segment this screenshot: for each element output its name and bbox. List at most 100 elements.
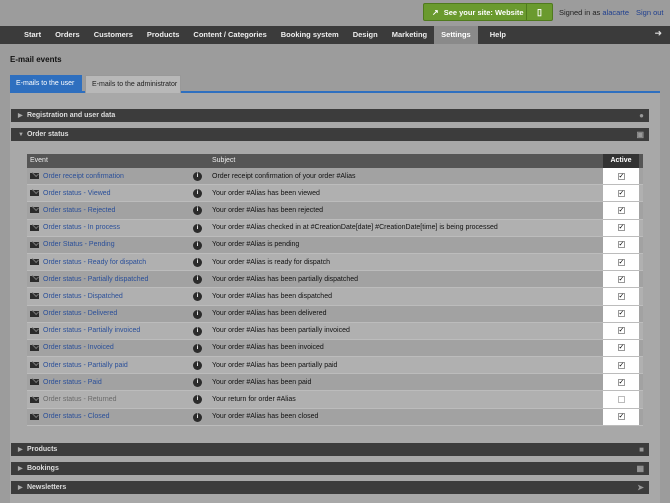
info-icon[interactable]: i bbox=[193, 361, 202, 371]
active-cell: ✓ bbox=[603, 253, 639, 271]
event-link[interactable]: Order status - Partially dispatched bbox=[43, 276, 148, 283]
envelope-icon bbox=[30, 293, 39, 300]
event-link[interactable]: Order status - Returned bbox=[43, 396, 117, 403]
section-order-status[interactable]: ▼ Order status ▣ bbox=[11, 128, 649, 141]
send-icon: ➤ bbox=[637, 483, 644, 492]
active-checkbox[interactable]: ✓ bbox=[617, 224, 625, 232]
logout-icon[interactable]: ➜ bbox=[654, 28, 662, 39]
external-link-icon: ↗ bbox=[432, 7, 439, 17]
table-row: Order status - Partially paid i Your order… bbox=[27, 357, 643, 375]
event-cell: Order status - Paid i bbox=[27, 374, 208, 390]
event-link[interactable]: Order status - Rejected bbox=[43, 207, 115, 214]
subject-cell: Your order #Alias has been invoiced bbox=[212, 344, 324, 352]
tab-emails-to-user[interactable]: E-mails to the user bbox=[10, 75, 82, 93]
event-link[interactable]: Order status - Partially paid bbox=[43, 362, 128, 369]
nav-content-categories[interactable]: Content / Categories bbox=[186, 26, 273, 44]
event-link[interactable]: Order status - Ready for dispatch bbox=[43, 259, 146, 266]
page-title: E-mail events bbox=[10, 55, 62, 64]
info-icon[interactable]: i bbox=[193, 412, 202, 422]
active-checkbox[interactable]: ✓ bbox=[617, 258, 625, 266]
event-link[interactable]: Order status - Invoiced bbox=[43, 344, 114, 351]
active-checkbox[interactable]: ✓ bbox=[617, 327, 625, 335]
tab-emails-to-admin[interactable]: E-mails to the administrator bbox=[85, 75, 181, 93]
event-link[interactable]: Order status - Partially invoiced bbox=[43, 327, 140, 334]
envelope-icon bbox=[30, 276, 39, 283]
chevron-right-icon: ▶ bbox=[18, 113, 23, 119]
info-icon[interactable]: i bbox=[193, 240, 202, 250]
mobile-preview-icon[interactable]: ▯ bbox=[526, 4, 552, 20]
active-checkbox[interactable]: ✓ bbox=[617, 292, 625, 300]
event-link[interactable]: Order status - Delivered bbox=[43, 310, 117, 317]
info-icon[interactable]: i bbox=[193, 206, 202, 216]
active-checkbox[interactable]: ✓ bbox=[617, 378, 625, 386]
table-row: Order status - Closed i Your order #Alias … bbox=[27, 408, 643, 426]
table-body: Order receipt confirmation i Order receipt… bbox=[27, 168, 643, 426]
active-checkbox[interactable]: ✓ bbox=[617, 310, 625, 318]
section-bookings[interactable]: ▶ Bookings ▦ bbox=[11, 462, 649, 475]
header-active: Active bbox=[603, 154, 639, 168]
event-link[interactable]: Order status - Closed bbox=[43, 413, 110, 420]
section-registration[interactable]: ▶ Registration and user data ● bbox=[11, 109, 649, 122]
nav-marketing[interactable]: Marketing bbox=[385, 26, 434, 44]
nav-customers[interactable]: Customers bbox=[87, 26, 140, 44]
header-event: Event bbox=[30, 157, 48, 164]
active-checkbox[interactable]: ✓ bbox=[617, 344, 625, 352]
info-icon[interactable]: i bbox=[193, 309, 202, 319]
table-row: Order status - Partially invoiced i Your o… bbox=[27, 322, 643, 340]
active-checkbox[interactable]: ✓ bbox=[617, 241, 625, 249]
section-products[interactable]: ▶ Products ■ bbox=[11, 443, 649, 456]
subject-cell: Your order #Alias has been rejected bbox=[212, 206, 324, 214]
see-your-site-button[interactable]: ↗ See your site: Website ▯ bbox=[423, 3, 553, 21]
nav-orders[interactable]: Orders bbox=[48, 26, 87, 44]
section-newsletters[interactable]: ▶ Newsletters ➤ bbox=[11, 481, 649, 494]
subject-cell: Your order #Alias has been partially pai… bbox=[212, 361, 338, 369]
signed-in-info: Signed in as alacarte bbox=[559, 8, 630, 17]
info-icon[interactable]: i bbox=[193, 395, 202, 405]
event-link[interactable]: Order Status - Pending bbox=[43, 241, 115, 248]
event-link[interactable]: Order status - In process bbox=[43, 224, 120, 231]
info-icon[interactable]: i bbox=[193, 378, 202, 388]
active-cell: ✓ bbox=[603, 219, 639, 236]
event-link[interactable]: Order status - Dispatched bbox=[43, 293, 123, 300]
user-link[interactable]: alacarte bbox=[602, 8, 629, 17]
nav-booking-system[interactable]: Booking system bbox=[274, 26, 346, 44]
active-checkbox[interactable]: ✓ bbox=[617, 275, 625, 283]
nav-help[interactable]: Help bbox=[483, 26, 513, 44]
event-cell: Order status - Invoiced i bbox=[27, 340, 208, 356]
active-checkbox[interactable]: ✓ bbox=[617, 361, 625, 369]
sign-out-link[interactable]: Sign out bbox=[636, 8, 664, 17]
event-link[interactable]: Order status - Paid bbox=[43, 379, 102, 386]
header-subject: Subject bbox=[212, 157, 236, 164]
info-icon[interactable]: i bbox=[193, 257, 202, 267]
event-link[interactable]: Order status - Viewed bbox=[43, 190, 111, 197]
table-row: Order status - Delivered i Your order #Ali… bbox=[27, 305, 643, 323]
subject-cell: Your order #Alias has been viewed bbox=[212, 189, 320, 197]
nav-design[interactable]: Design bbox=[346, 26, 385, 44]
top-bar: ↗ See your site: Website ▯ Signed in as … bbox=[0, 0, 670, 26]
info-icon[interactable]: i bbox=[193, 275, 202, 285]
active-checkbox[interactable]: ✓ bbox=[617, 189, 625, 197]
subject-cell: Your order #Alias has been dispatched bbox=[212, 292, 332, 300]
info-icon[interactable]: i bbox=[193, 172, 202, 181]
info-icon[interactable]: i bbox=[193, 343, 202, 353]
main-nav: Start Orders Customers Products Content … bbox=[0, 26, 670, 44]
event-link[interactable]: Order receipt confirmation bbox=[43, 173, 124, 180]
active-cell: ✓ bbox=[603, 322, 639, 339]
nav-products[interactable]: Products bbox=[140, 26, 187, 44]
info-icon[interactable]: i bbox=[193, 292, 202, 302]
info-icon[interactable]: i bbox=[193, 223, 202, 233]
active-cell: ✓ bbox=[603, 202, 639, 219]
event-cell: Order status - Delivered i bbox=[27, 306, 208, 322]
nav-start[interactable]: Start bbox=[17, 26, 48, 44]
event-cell: Order status - Viewed i bbox=[27, 185, 208, 201]
active-cell: ✓ bbox=[603, 408, 639, 425]
nav-settings[interactable]: Settings bbox=[434, 26, 478, 44]
see-your-site-label: See your site: Website bbox=[443, 7, 524, 17]
active-checkbox[interactable]: ✓ bbox=[617, 172, 625, 180]
info-icon[interactable]: i bbox=[193, 189, 202, 199]
info-icon[interactable]: i bbox=[193, 326, 202, 336]
active-checkbox[interactable]: ✓ bbox=[617, 396, 625, 404]
table-row: Order status - Invoiced i Your order #Alia… bbox=[27, 339, 643, 358]
active-checkbox[interactable]: ✓ bbox=[617, 413, 625, 421]
active-checkbox[interactable]: ✓ bbox=[617, 206, 625, 214]
